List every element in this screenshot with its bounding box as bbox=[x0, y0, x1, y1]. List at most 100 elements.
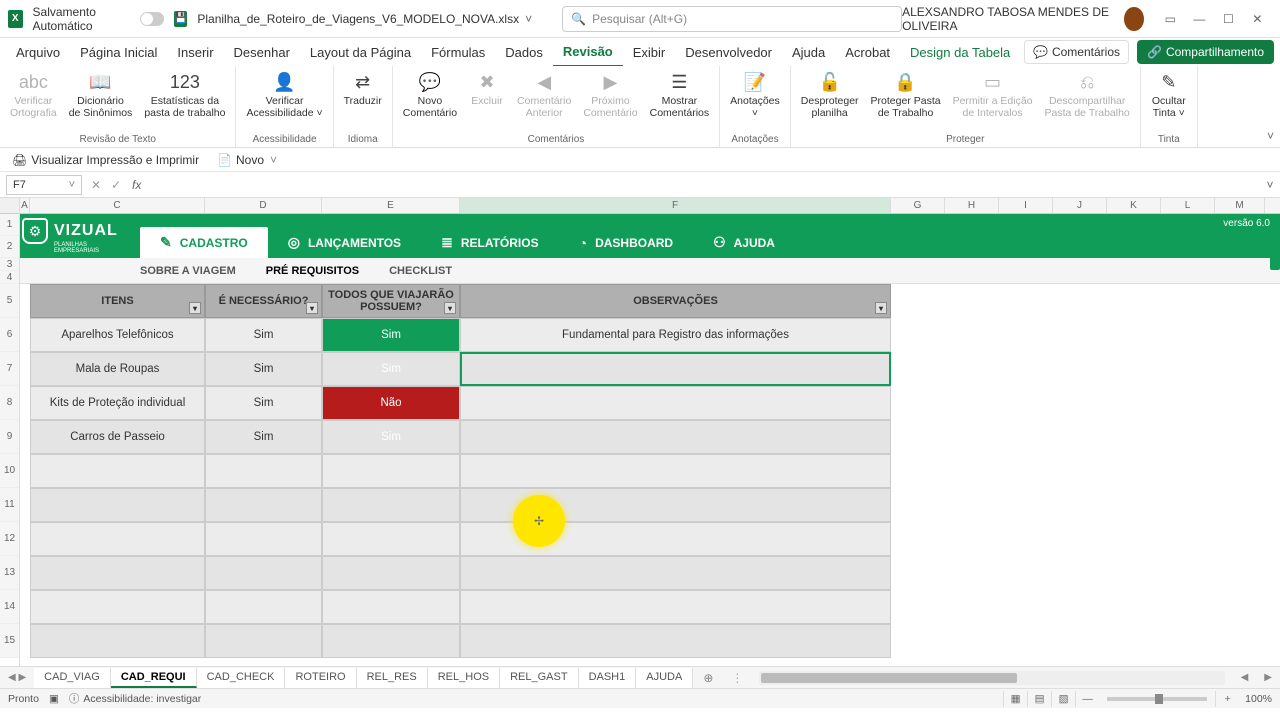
ribbon-tab-design-da-tabela[interactable]: Design da Tabela bbox=[900, 39, 1020, 66]
cell-empty[interactable] bbox=[322, 454, 460, 488]
row-header-11[interactable]: 11 bbox=[0, 488, 19, 522]
cell-nec[interactable]: Sim bbox=[205, 352, 322, 386]
col-header-I[interactable]: I bbox=[999, 198, 1053, 213]
cell-empty[interactable] bbox=[205, 454, 322, 488]
cell-obs[interactable] bbox=[460, 352, 891, 386]
cell-obs[interactable] bbox=[460, 386, 891, 420]
nav-tab-cadastro[interactable]: ✎CADASTRO bbox=[140, 227, 268, 258]
horizontal-scrollbar[interactable] bbox=[759, 671, 1224, 685]
print-preview-button[interactable]: 🖨 Visualizar Impressão e Imprimir bbox=[6, 151, 205, 169]
filter-icon[interactable]: ▾ bbox=[444, 302, 456, 314]
cell-item[interactable]: Kits de Proteção individual bbox=[30, 386, 205, 420]
table-header-3[interactable]: OBSERVAÇÕES▾ bbox=[460, 284, 891, 318]
filter-icon[interactable]: ▾ bbox=[875, 302, 887, 314]
cell-empty[interactable] bbox=[30, 556, 205, 590]
ribbon-desproteger-button[interactable]: 🔓Desprotegerplanilha bbox=[795, 68, 865, 121]
row-header-12[interactable]: 12 bbox=[0, 522, 19, 556]
formula-input[interactable] bbox=[147, 175, 1260, 195]
cell-empty[interactable] bbox=[322, 522, 460, 556]
macro-record-icon[interactable]: ▣ bbox=[49, 693, 59, 705]
sub-tab-sobre-a-viagem[interactable]: SOBRE A VIAGEM bbox=[140, 265, 236, 277]
ribbon-tab-desenvolvedor[interactable]: Desenvolvedor bbox=[675, 39, 782, 66]
zoom-slider[interactable] bbox=[1107, 697, 1207, 701]
vertical-scrollbar[interactable] bbox=[1270, 214, 1280, 270]
share-button[interactable]: 🔗Compartilhamento bbox=[1137, 40, 1274, 64]
cell-pos[interactable]: Sim bbox=[322, 420, 460, 454]
cell-empty[interactable] bbox=[460, 454, 891, 488]
nav-tab-lançamentos[interactable]: ◎LANÇAMENTOS bbox=[268, 227, 421, 258]
view-normal-icon[interactable]: ▦ bbox=[1003, 691, 1027, 707]
filter-icon[interactable]: ▾ bbox=[306, 302, 318, 314]
row-header-9[interactable]: 9 bbox=[0, 420, 19, 454]
fx-icon[interactable]: fx bbox=[132, 178, 141, 192]
ribbon-collapse-icon[interactable]: ˅ bbox=[1267, 129, 1274, 143]
ribbon-dicionário-button[interactable]: 📖Dicionáriode Sinônimos bbox=[63, 68, 139, 121]
ribbon-tab-ajuda[interactable]: Ajuda bbox=[782, 39, 835, 66]
sheet-tab-rel_gast[interactable]: REL_GAST bbox=[500, 668, 578, 688]
row-header-10[interactable]: 10 bbox=[0, 454, 19, 488]
ribbon-tab-layout-da-página[interactable]: Layout da Página bbox=[300, 39, 421, 66]
ribbon-tab-dados[interactable]: Dados bbox=[495, 39, 553, 66]
zoom-in-button[interactable]: + bbox=[1215, 691, 1239, 707]
ribbon-tab-revisão[interactable]: Revisão bbox=[553, 38, 623, 67]
col-header-H[interactable]: H bbox=[945, 198, 999, 213]
cell-pos[interactable]: Sim bbox=[322, 318, 460, 352]
filter-icon[interactable]: ▾ bbox=[189, 302, 201, 314]
minimize-button[interactable]: — bbox=[1185, 5, 1214, 33]
ribbon-ocultar-button[interactable]: ✎OcultarTinta ˅ bbox=[1145, 68, 1193, 121]
row-header-7[interactable]: 7 bbox=[0, 352, 19, 386]
ribbon-tab-página-inicial[interactable]: Página Inicial bbox=[70, 39, 167, 66]
cell-empty[interactable] bbox=[460, 590, 891, 624]
col-header-F[interactable]: F bbox=[460, 198, 891, 213]
cell-empty[interactable] bbox=[30, 624, 205, 658]
save-icon[interactable]: 💾 bbox=[174, 11, 187, 27]
table-header-0[interactable]: ITENS▾ bbox=[30, 284, 205, 318]
filename-dropdown-icon[interactable]: ˅ bbox=[525, 12, 532, 26]
row-header-1[interactable]: 1 bbox=[0, 214, 19, 236]
ribbon-mostrar-button[interactable]: ☰MostrarComentários bbox=[644, 68, 716, 121]
cell-pos[interactable]: Não bbox=[322, 386, 460, 420]
ribbon-tab-desenhar[interactable]: Desenhar bbox=[224, 39, 300, 66]
ribbon-tab-inserir[interactable]: Inserir bbox=[167, 39, 223, 66]
cell-nec[interactable]: Sim bbox=[205, 420, 322, 454]
ribbon-traduzir-button[interactable]: ⇄Traduzir bbox=[338, 68, 388, 109]
sheet-tab-roteiro[interactable]: ROTEIRO bbox=[285, 668, 356, 688]
col-header-A[interactable]: A bbox=[20, 198, 30, 213]
ribbon-novo-button[interactable]: 💬NovoComentário bbox=[397, 68, 463, 121]
cell-empty[interactable] bbox=[322, 590, 460, 624]
add-sheet-button[interactable]: ⊕ bbox=[693, 671, 723, 685]
cell-empty[interactable] bbox=[322, 624, 460, 658]
row-header-4[interactable]: 4 bbox=[0, 271, 19, 284]
col-header-C[interactable]: C bbox=[30, 198, 205, 213]
row-header-8[interactable]: 8 bbox=[0, 386, 19, 420]
sheet-tab-cad_viag[interactable]: CAD_VIAG bbox=[34, 668, 111, 688]
cell-empty[interactable] bbox=[30, 488, 205, 522]
sheet-tab-cad_check[interactable]: CAD_CHECK bbox=[197, 668, 286, 688]
sheet-tab-ajuda[interactable]: AJUDA bbox=[636, 668, 693, 688]
accept-formula-icon[interactable]: ✓ bbox=[106, 178, 126, 192]
ribbon-tab-acrobat[interactable]: Acrobat bbox=[835, 39, 900, 66]
col-header-M[interactable]: M bbox=[1215, 198, 1265, 213]
cell-empty[interactable] bbox=[460, 556, 891, 590]
row-header-14[interactable]: 14 bbox=[0, 590, 19, 624]
cell-empty[interactable] bbox=[30, 454, 205, 488]
user-avatar-icon[interactable] bbox=[1124, 7, 1143, 31]
ribbon-anotações-button[interactable]: 📝Anotações˅ bbox=[724, 68, 786, 121]
cell-obs[interactable] bbox=[460, 420, 891, 454]
comments-button[interactable]: 💬Comentários bbox=[1024, 40, 1129, 64]
sheet-tab-rel_res[interactable]: REL_RES bbox=[357, 668, 428, 688]
row-header-6[interactable]: 6 bbox=[0, 318, 19, 352]
cell-empty[interactable] bbox=[460, 624, 891, 658]
maximize-button[interactable]: ☐ bbox=[1214, 5, 1243, 33]
col-header-L[interactable]: L bbox=[1161, 198, 1215, 213]
sub-tab-pré-requisitos[interactable]: PRÉ REQUISITOS bbox=[266, 265, 359, 277]
autosave-toggle[interactable] bbox=[140, 12, 164, 26]
row-header-3[interactable]: 3 bbox=[0, 258, 19, 271]
cell-nec[interactable]: Sim bbox=[205, 318, 322, 352]
ribbon-tab-arquivo[interactable]: Arquivo bbox=[6, 39, 70, 66]
view-layout-icon[interactable]: ▤ bbox=[1027, 691, 1051, 707]
cell-empty[interactable] bbox=[322, 488, 460, 522]
cell-item[interactable]: Aparelhos Telefônicos bbox=[30, 318, 205, 352]
sheet-nav-prev[interactable]: ◀ ▶ bbox=[0, 672, 34, 683]
col-header-D[interactable]: D bbox=[205, 198, 322, 213]
